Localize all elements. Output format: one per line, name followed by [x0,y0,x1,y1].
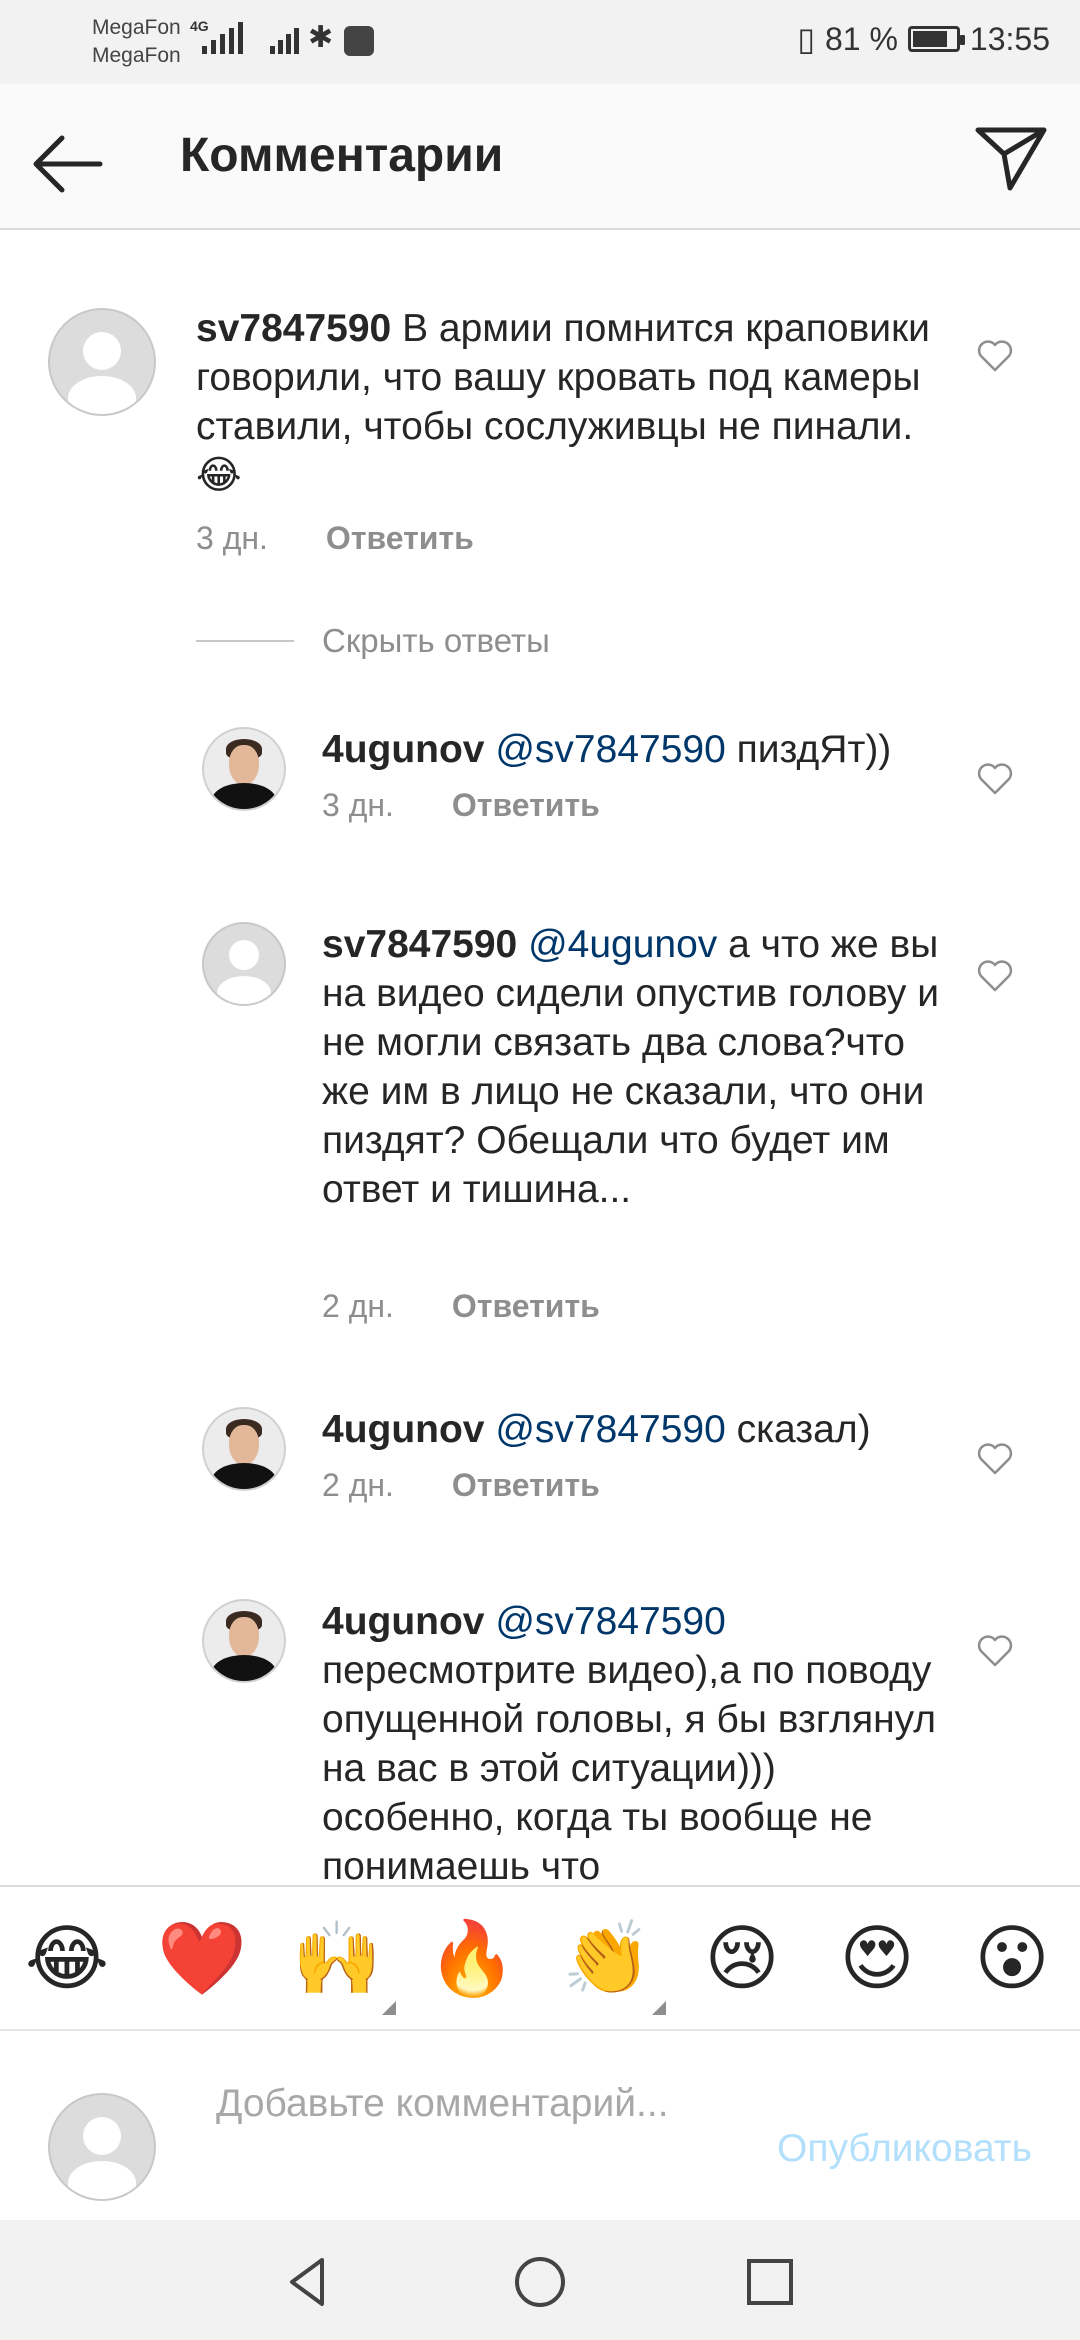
reply-body: пиздЯт)) [736,728,892,771]
avatar[interactable] [202,1407,286,1491]
carrier-1: MegaFon [92,16,181,39]
comments-list[interactable]: sv7847590 В армии помнится краповики гов… [0,230,1080,1885]
heart-icon[interactable] [975,759,1015,799]
reply-item: 4ugunov @sv7847590 пиздЯт)) 3 дн. Ответит… [0,725,1080,855]
nav-home-icon[interactable] [510,2252,570,2312]
reply-meta: 2 дн. Ответить [322,1288,600,1325]
comment-text: sv7847590 В армии помнится краповики гов… [196,304,936,500]
emoji-clapping-glyph: 👏 [562,1919,652,1999]
reply-time: 2 дн. [322,1467,394,1503]
variant-indicator [382,2001,396,2015]
battery-percent: 81 % [824,20,898,57]
emoji-laughing[interactable]: 😂 [22,1917,112,2001]
send-icon[interactable] [972,118,1052,198]
heart-icon[interactable] [975,1439,1015,1479]
status-right: ▯ 81 % 13:55 [797,20,1050,58]
header: Комментарии [0,84,1080,230]
app-notification-icon [344,26,374,56]
reply-username[interactable]: 4ugunov [322,728,485,771]
reply-button[interactable]: Ответить [326,520,474,556]
reply-mention[interactable]: @sv7847590 [495,1408,725,1451]
page-title: Комментарии [180,129,504,182]
reply-button[interactable]: Ответить [452,1467,600,1503]
emoji-surprised[interactable]: 😮 [967,1917,1057,2001]
heart-icon[interactable] [975,336,1015,376]
reply-text: sv7847590 @4ugunov а что же вы на видео … [322,920,942,1214]
avatar[interactable] [202,1599,286,1683]
nav-back-icon[interactable] [278,2252,338,2312]
emoji-heart-eyes[interactable]: 😍 [832,1917,922,2001]
emoji-crying[interactable]: 😢 [697,1917,787,2001]
publish-button[interactable]: Опубликовать [777,2127,1032,2171]
reply-time: 2 дн. [322,1288,394,1324]
reply-meta: 3 дн. Ответить [322,787,600,824]
bluetooth-icon: ✱ [308,21,334,54]
reply-item: 4ugunov @sv7847590 сказал) 2 дн. Ответить [0,1405,1080,1535]
reply-meta: 2 дн. Ответить [322,1467,600,1504]
signal-icon [202,22,243,54]
reply-username[interactable]: 4ugunov [322,1600,485,1643]
heart-icon[interactable] [975,956,1015,996]
reply-body: сказал) [736,1408,871,1451]
avatar[interactable] [202,727,286,811]
reply-item: sv7847590 @4ugunov а что же вы на видео … [0,920,1080,1360]
comment-time: 3 дн. [196,520,268,556]
carrier-labels: MegaFon MegaFon [92,14,181,70]
reply-time: 3 дн. [322,787,394,823]
avatar[interactable] [202,922,286,1006]
comment-meta: 3 дн. Ответить [196,520,474,557]
battery-icon [907,26,965,52]
emoji-heart[interactable]: ❤️ [157,1917,247,2001]
emoji-clapping[interactable]: 👏 [562,1917,666,2015]
reply-item: 4ugunov @sv7847590 пересмотрите видео),а… [0,1597,1080,1885]
avatar[interactable] [48,308,156,416]
reply-body: пересмотрите видео),а по поводу опущенно… [322,1649,937,1885]
reply-username[interactable]: 4ugunov [322,1408,485,1451]
carrier-2: MegaFon [92,44,181,67]
reply-button[interactable]: Ответить [452,1288,600,1324]
nav-recents-icon[interactable] [740,2252,800,2312]
comment-item: sv7847590 В армии помнится краповики гов… [0,230,1080,610]
system-nav-bar [0,2220,1080,2340]
heart-icon[interactable] [975,1631,1015,1671]
reply-text: 4ugunov @sv7847590 сказал) [322,1405,942,1454]
reply-text: 4ugunov @sv7847590 пиздЯт)) [322,725,942,774]
reply-text: 4ugunov @sv7847590 пересмотрите видео),а… [322,1597,942,1885]
comment-username[interactable]: sv7847590 [196,307,391,350]
clock: 13:55 [969,20,1050,57]
avatar [48,2093,156,2201]
reply-username[interactable]: sv7847590 [322,923,517,966]
emoji-quick-bar: 😂 ❤️ 🙌 🔥 👏 😢 😍 😮 [0,1885,1080,2031]
hide-replies-button[interactable]: Скрыть ответы [322,622,550,660]
emoji-fire[interactable]: 🔥 [427,1917,517,2001]
variant-indicator [652,2001,666,2015]
hide-replies-line [196,640,294,642]
vibrate-icon: ▯ [797,21,815,57]
emoji-raised-hands[interactable]: 🙌 [292,1917,396,2015]
reply-body: а что же вы на видео сидели опустив голо… [322,923,939,1211]
reply-mention[interactable]: @4ugunov [528,923,717,966]
signal-icon-2 [270,28,299,54]
reply-button[interactable]: Ответить [452,787,600,823]
reply-mention[interactable]: @sv7847590 [495,1600,725,1643]
back-arrow-icon[interactable] [28,124,108,204]
add-comment-bar: Добавьте комментарий... Опубликовать [0,2031,1080,2220]
comment-input[interactable]: Добавьте комментарий... [216,2079,716,2189]
emoji-raised-hands-glyph: 🙌 [292,1919,382,1999]
reply-mention[interactable]: @sv7847590 [495,728,725,771]
status-bar: MegaFon MegaFon 4G ✱ ▯ 81 % 13:55 [0,0,1080,84]
battery-fill [912,31,947,47]
